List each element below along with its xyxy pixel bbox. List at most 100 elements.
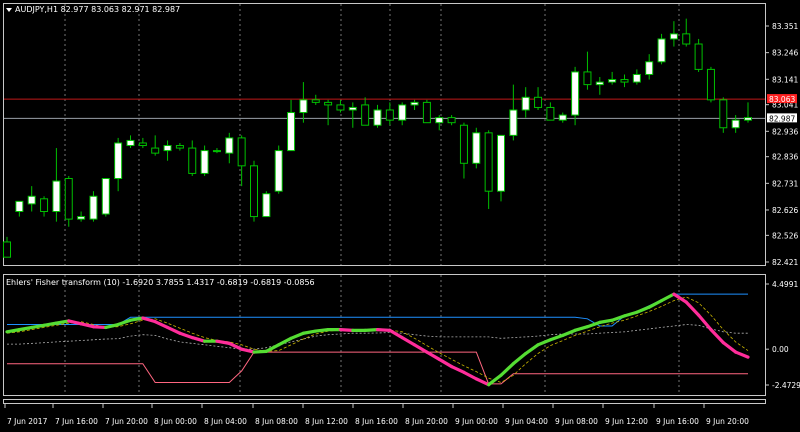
- candle-body: [64, 178, 73, 220]
- candle-body: [163, 145, 172, 152]
- candle-body: [583, 71, 592, 86]
- candle-body: [558, 114, 567, 121]
- bid-price-tag: 83.063: [767, 94, 797, 104]
- candle-body: [250, 165, 258, 218]
- time-tick-label: 8 Jun 12:00: [305, 417, 348, 426]
- fisher-segment: [42, 321, 59, 327]
- candle-body: [77, 216, 86, 220]
- symbol-info: AUDJPY,H1 82.977 83.063 82.971 82.987: [15, 5, 180, 14]
- candle-body: [175, 145, 184, 149]
- candle: [706, 66, 715, 103]
- price-panel[interactable]: [3, 3, 766, 266]
- candle-body: [484, 132, 493, 192]
- candle-body: [645, 61, 654, 75]
- candle-body: [719, 99, 728, 129]
- time-tick-label: 8 Jun 04:00: [204, 417, 247, 426]
- price-tick-label: 82.936: [772, 127, 798, 136]
- candle-body: [669, 33, 678, 40]
- indicator-panel[interactable]: [3, 274, 766, 396]
- candle-body: [447, 117, 456, 124]
- candle: [422, 99, 431, 124]
- candle-body: [422, 101, 431, 124]
- candle-body: [237, 137, 246, 167]
- trading-chart-window[interactable]: AUDJPY,H1 82.977 83.063 82.971 82.987 Eh…: [0, 0, 800, 432]
- fisher-segment: [5, 328, 21, 334]
- price-tick-label: 83.141: [772, 75, 798, 84]
- candle-body: [3, 241, 11, 258]
- candle-body: [497, 134, 505, 192]
- candle-body: [410, 101, 419, 106]
- price-tick-label: 82.731: [772, 179, 798, 188]
- time-axis[interactable]: 7 Jun 2017 7 Jun 16:00 7 Jun 20:00 8 Jun 00…: [4, 404, 749, 426]
- fisher-segment: [375, 328, 392, 332]
- candle-body: [620, 79, 629, 83]
- candle-body: [694, 43, 703, 70]
- price-tick-label: 82.626: [772, 206, 798, 215]
- candle: [250, 160, 258, 222]
- bid-price-label: 83.063: [769, 95, 795, 104]
- time-tick-label: 7 Jun 16:00: [55, 417, 98, 426]
- candle: [101, 178, 110, 217]
- price-tick-label: 82.836: [772, 153, 798, 162]
- fisher-segment: [314, 328, 330, 333]
- candle-body: [200, 150, 209, 174]
- candle-body: [385, 109, 394, 121]
- candle-body: [657, 38, 666, 63]
- candle-body: [361, 104, 370, 126]
- candle: [497, 134, 505, 202]
- indicator-tick-label: 4.4991: [772, 280, 798, 289]
- candle-body: [287, 112, 296, 152]
- price-tick-label: 82.421: [772, 258, 798, 267]
- candle: [719, 97, 728, 133]
- fisher-segment: [301, 329, 318, 335]
- indicator-axis[interactable]: 4.4991 0.00 -2.4729: [765, 280, 800, 390]
- time-tick-label: 9 Jun 04:00: [505, 417, 548, 426]
- candle-body: [682, 33, 691, 45]
- candle-body: [101, 178, 110, 215]
- time-tick-label: 8 Jun 08:00: [255, 417, 298, 426]
- candle-body: [52, 180, 61, 213]
- candle: [472, 127, 481, 169]
- time-tick-label: 7 Jun 2017: [7, 417, 48, 426]
- ask-price-label: 82.987: [769, 114, 795, 123]
- candle-body: [373, 109, 382, 126]
- candle: [262, 191, 271, 218]
- candle-body: [632, 73, 641, 83]
- candle-body: [459, 124, 468, 164]
- candle-body: [534, 96, 543, 108]
- time-tick-label: 9 Jun 08:00: [555, 417, 598, 426]
- candle-body: [744, 117, 752, 121]
- candle-body: [348, 106, 357, 111]
- fisher-segment: [54, 319, 71, 325]
- time-tick-label: 8 Jun 20:00: [405, 417, 448, 426]
- fisher-segment: [91, 325, 108, 330]
- fisher-segment: [598, 318, 614, 324]
- candle-body: [608, 79, 617, 83]
- time-tick-label: 7 Jun 20:00: [105, 417, 148, 426]
- candle-body: [472, 132, 481, 164]
- indicator-tick-label: 0.00: [772, 345, 789, 354]
- candle-body: [138, 142, 147, 147]
- indicator-label: Ehlers' Fisher transform (10) -1.6920 3.…: [6, 278, 315, 287]
- indicator-panel-scroll-strip[interactable]: [3, 399, 766, 404]
- candle-body: [89, 195, 98, 220]
- time-tick-label: 9 Jun 16:00: [656, 417, 699, 426]
- candle-body: [521, 96, 530, 111]
- candle-body: [336, 104, 345, 111]
- fisher-segment: [17, 325, 34, 332]
- candle-body: [509, 109, 518, 136]
- time-tick-label: 8 Jun 16:00: [355, 417, 398, 426]
- candle-body: [15, 200, 24, 213]
- fisher-segment: [363, 328, 380, 332]
- time-tick-label: 9 Jun 12:00: [605, 417, 648, 426]
- time-tick-label: 9 Jun 00:00: [455, 417, 498, 426]
- candle-body: [311, 99, 320, 103]
- candle-body: [546, 106, 555, 121]
- candle-body: [212, 150, 221, 153]
- indicator-tick-label: -2.4729: [772, 381, 800, 390]
- time-tick-label: 9 Jun 20:00: [706, 417, 749, 426]
- price-axis[interactable]: 83.35183.24683.14183.04182.93682.83682.7…: [765, 22, 798, 267]
- candle: [694, 38, 703, 72]
- ask-price-tag: 82.987: [767, 113, 797, 123]
- fisher-segment: [128, 316, 145, 322]
